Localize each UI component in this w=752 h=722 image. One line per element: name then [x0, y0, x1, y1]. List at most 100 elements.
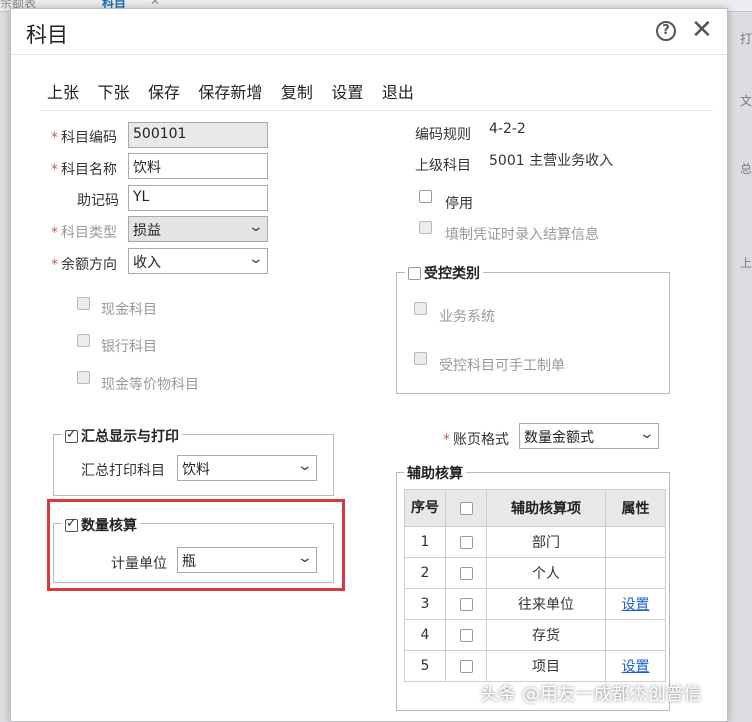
table-row[interactable]: 5 项目 设置: [404, 650, 666, 682]
name-label: * 科目名称: [51, 162, 117, 178]
disabled-label: 停用: [445, 196, 473, 212]
settings-button[interactable]: 设置: [331, 79, 363, 103]
biz-system-label: 业务系统: [439, 309, 495, 325]
row-no: 3: [404, 588, 446, 620]
background-edge-text: 打: [740, 32, 752, 46]
settle-label: 填制凭证时录入结算信息: [445, 227, 599, 243]
summary-print-label: 汇总打印科目: [81, 463, 165, 479]
row-attr-settings-link[interactable]: 设置: [605, 588, 666, 620]
name-input[interactable]: 饮料: [128, 153, 268, 179]
watermark: 头条 @用友一成都杰创普信: [480, 684, 702, 705]
type-label: * 科目类型: [51, 225, 117, 241]
biz-system-checkbox[interactable]: [414, 302, 427, 315]
row-checkbox[interactable]: [459, 597, 473, 611]
bank-label: 银行科目: [101, 339, 157, 355]
row-checkbox-cell[interactable]: [445, 588, 487, 620]
row-attr-settings-link[interactable]: 设置: [605, 650, 666, 682]
direction-select[interactable]: 收入 ⌄: [128, 248, 268, 274]
aux-header-item: 辅助核算项: [486, 489, 606, 527]
chevron-down-icon: ⌄: [638, 426, 656, 442]
row-no: 1: [404, 526, 446, 558]
direction-label: * 余额方向: [51, 257, 117, 273]
row-item: 个人: [486, 557, 606, 589]
aux-header-no: 序号: [404, 489, 446, 527]
close-icon[interactable]: ✕: [691, 16, 713, 44]
chevron-down-icon: ⌄: [296, 458, 314, 474]
row-checkbox-cell[interactable]: [445, 650, 487, 682]
settle-checkbox[interactable]: [419, 221, 432, 234]
summary-legend: 汇总显示与打印: [62, 426, 182, 446]
background-edge-text: 总: [740, 162, 752, 176]
row-item: 往来单位: [486, 588, 606, 620]
row-checkbox-cell[interactable]: [445, 526, 487, 558]
row-no: 2: [404, 557, 446, 589]
row-attr: [605, 557, 666, 589]
row-no: 5: [404, 650, 446, 682]
exit-button[interactable]: 退出: [382, 79, 414, 103]
row-no: 4: [404, 619, 446, 651]
table-row[interactable]: 4 存货: [404, 619, 666, 651]
help-icon[interactable]: ?: [656, 21, 676, 41]
table-row[interactable]: 1 部门: [404, 526, 666, 558]
select-all-checkbox[interactable]: [459, 501, 473, 515]
ledger-label: * 账页格式: [443, 432, 509, 448]
chevron-down-icon: ⌄: [247, 219, 265, 235]
aux-legend: 辅助核算: [404, 463, 466, 483]
ledger-select[interactable]: 数量金额式 ⌄: [519, 423, 659, 449]
aux-header-select-all[interactable]: [445, 489, 487, 527]
save-button[interactable]: 保存: [148, 79, 180, 103]
background-edge-text: 上: [740, 256, 752, 270]
controlled-checkbox[interactable]: [408, 267, 421, 280]
row-checkbox[interactable]: [459, 535, 473, 549]
disabled-checkbox[interactable]: [419, 190, 432, 203]
code-input[interactable]: 500101: [128, 122, 268, 148]
copy-button[interactable]: 复制: [281, 79, 313, 103]
toolbar-divider: [41, 110, 713, 111]
cash-checkbox[interactable]: [77, 297, 90, 310]
prev-button[interactable]: 上张: [47, 79, 79, 103]
row-attr: [605, 619, 666, 651]
aux-table-header: 序号 辅助核算项 属性: [404, 489, 666, 527]
manual-voucher-checkbox[interactable]: [414, 352, 427, 365]
dialog-title: 科目: [26, 23, 68, 47]
rule-value: 4-2-2: [489, 121, 526, 137]
aux-table: 序号 辅助核算项 属性 1 部门 2 个人 3 往来单位 设置 4 存货 5 项…: [404, 489, 666, 682]
summary-print-value: 饮料: [182, 462, 210, 478]
toolbar: 上张 下张 保存 保存新增 复制 设置 退出: [47, 79, 428, 103]
row-item: 存货: [486, 619, 606, 651]
table-row[interactable]: 3 往来单位 设置: [404, 588, 666, 620]
cash-equiv-checkbox[interactable]: [77, 371, 90, 384]
code-label: * 科目编码: [51, 130, 117, 146]
background-tab-close-icon[interactable]: ✕: [150, 0, 160, 8]
subject-dialog: 科目 ? ✕ 上张 下张 保存 保存新增 复制 设置 退出 * 科目编码 5001…: [10, 8, 728, 722]
row-checkbox[interactable]: [459, 566, 473, 580]
controlled-group: [396, 272, 670, 394]
dialog-titlebar: 科目 ? ✕: [11, 9, 727, 55]
row-item: 项目: [486, 650, 606, 682]
row-checkbox[interactable]: [459, 628, 473, 642]
chevron-down-icon: ⌄: [247, 251, 265, 267]
table-row[interactable]: 2 个人: [404, 557, 666, 589]
next-button[interactable]: 下张: [97, 79, 129, 103]
row-checkbox-cell[interactable]: [445, 619, 487, 651]
type-select[interactable]: 损益 ⌄: [128, 216, 268, 242]
summary-print-select[interactable]: 饮料 ⌄: [177, 455, 317, 481]
ledger-select-value: 数量金额式: [524, 430, 594, 446]
highlight-box: [47, 499, 345, 591]
controlled-legend: 受控类别: [405, 263, 483, 283]
manual-voucher-label: 受控科目可手工制单: [439, 358, 565, 374]
background-edge-text: 文: [740, 94, 752, 108]
cash-equiv-label: 现金等价物科目: [101, 377, 199, 393]
parent-label: 上级科目: [415, 158, 471, 174]
cash-label: 现金科目: [101, 302, 157, 318]
row-item: 部门: [486, 526, 606, 558]
type-select-value: 损益: [133, 223, 161, 239]
mnemonic-input[interactable]: YL: [128, 185, 268, 211]
row-checkbox[interactable]: [459, 659, 473, 673]
parent-value: 5001 主营业务收入: [489, 153, 614, 169]
save-new-button[interactable]: 保存新增: [198, 79, 262, 103]
row-attr: [605, 526, 666, 558]
bank-checkbox[interactable]: [77, 334, 90, 347]
summary-checkbox[interactable]: [65, 427, 78, 443]
row-checkbox-cell[interactable]: [445, 557, 487, 589]
